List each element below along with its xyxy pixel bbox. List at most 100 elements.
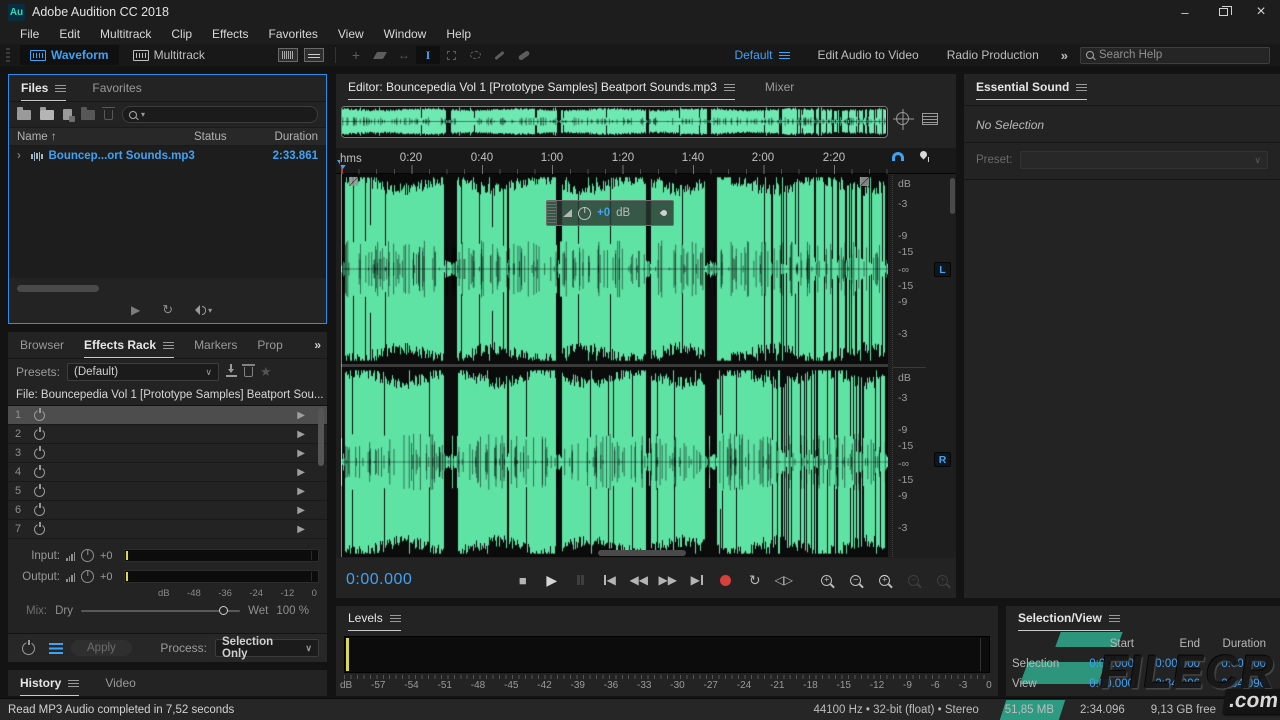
workspace-overflow-chevron[interactable]: » — [1053, 48, 1076, 63]
tab-effects-rack[interactable]: Effects Rack — [84, 338, 174, 352]
stop-button[interactable]: ■ — [508, 569, 537, 591]
loop-playback-button[interactable]: ↻ — [740, 569, 769, 591]
ruler-unit-label[interactable]: hms — [340, 153, 366, 165]
es-preset-dropdown[interactable]: ∨ — [1020, 151, 1268, 169]
menu-edit[interactable]: Edit — [49, 27, 90, 41]
multitrack-mode-button[interactable]: Multitrack — [123, 45, 215, 65]
zoom-in-point-button[interactable] — [899, 569, 928, 591]
tab-video[interactable]: Video — [105, 676, 135, 690]
waveform-view-toggle[interactable] — [304, 48, 324, 62]
toolbar-grip[interactable] — [6, 48, 10, 62]
restore-button[interactable] — [1204, 0, 1242, 24]
menu-help[interactable]: Help — [436, 27, 481, 41]
power-icon[interactable] — [34, 486, 45, 497]
tab-files[interactable]: Files — [21, 81, 66, 95]
menu-favorites[interactable]: Favorites — [259, 27, 328, 41]
tab-properties[interactable]: Prop — [257, 338, 282, 352]
output-gain-knob[interactable] — [81, 570, 94, 583]
paintbrush-tool[interactable] — [488, 46, 512, 64]
process-dropdown[interactable]: Selection Only ∨ — [215, 639, 319, 657]
power-icon[interactable] — [34, 505, 45, 516]
close-button[interactable]: × — [1242, 0, 1280, 24]
tab-essential-sound[interactable]: Essential Sound — [976, 80, 1087, 94]
waveform-area[interactable] — [341, 174, 888, 557]
tab-levels[interactable]: Levels — [348, 611, 401, 625]
menu-file[interactable]: File — [10, 27, 49, 41]
mix-slider[interactable] — [81, 610, 240, 612]
workspace-menu-icon[interactable] — [779, 52, 790, 59]
column-name[interactable]: Name ↑ — [17, 131, 194, 143]
razor-tool[interactable] — [368, 46, 392, 64]
auto-play-speaker-button[interactable]: ▾ — [195, 305, 212, 315]
slot-arrow-icon[interactable]: ▶ — [297, 467, 327, 478]
files-column-headers[interactable]: Name ↑ Status Duration — [9, 127, 326, 146]
files-search-input[interactable] — [149, 109, 311, 121]
effect-slot-5[interactable]: 5▶ — [8, 482, 327, 501]
power-icon[interactable] — [34, 524, 45, 535]
view-end-value[interactable]: 2:34.096 — [1136, 678, 1202, 690]
minimize-button[interactable]: – — [1166, 0, 1204, 24]
selection-start-value[interactable]: 0:00.000 — [1070, 658, 1136, 670]
delete-icon[interactable] — [104, 110, 113, 120]
save-preset-icon[interactable] — [226, 368, 237, 377]
slot-arrow-icon[interactable]: ▶ — [297, 505, 327, 516]
overview-list-icon[interactable] — [922, 113, 938, 125]
files-hscrollbar[interactable] — [17, 285, 99, 292]
menu-effects[interactable]: Effects — [202, 27, 258, 41]
preview-loop-button[interactable]: ↻ — [162, 302, 173, 318]
effects-panel-menu-icon[interactable] — [163, 342, 174, 349]
skip-selection-button[interactable]: ◁▷ — [769, 569, 798, 591]
export-icon[interactable] — [81, 110, 95, 120]
record-button[interactable] — [711, 569, 740, 591]
skip-to-end-button[interactable]: ▶ — [682, 569, 711, 591]
mix-slider-thumb[interactable] — [219, 606, 228, 615]
skip-to-start-button[interactable]: ◀ — [595, 569, 624, 591]
column-duration[interactable]: Duration — [256, 131, 318, 143]
channel-separator[interactable] — [341, 364, 888, 367]
new-file-icon[interactable] — [63, 109, 72, 120]
snap-magnet-icon[interactable] — [892, 152, 904, 161]
menu-view[interactable]: View — [328, 27, 374, 41]
tab-markers[interactable]: Markers — [194, 338, 237, 352]
hud-gain-knob[interactable] — [578, 207, 591, 220]
column-status[interactable]: Status — [194, 131, 256, 143]
effect-slot-3[interactable]: 3▶ — [8, 444, 327, 463]
rewind-button[interactable]: ◀◀ — [624, 569, 653, 591]
overview-canvas[interactable] — [342, 107, 886, 136]
history-panel-menu-icon[interactable] — [68, 680, 79, 687]
menu-window[interactable]: Window — [374, 27, 437, 41]
workspace-default[interactable]: Default — [720, 48, 803, 62]
zoom-to-selection-button[interactable] — [870, 569, 899, 591]
help-search-input[interactable] — [1099, 49, 1264, 61]
left-channel-badge[interactable]: L — [934, 262, 951, 277]
open-file-icon[interactable] — [17, 110, 31, 120]
editor-hscrollbar[interactable] — [598, 550, 686, 556]
timeline-ruler[interactable]: 0:20 0:40 1:00 1:20 1:40 2:00 2:20 hms — [336, 148, 956, 174]
file-row[interactable]: › Bouncep...ort Sounds.mp3 2:33.861 — [9, 146, 326, 166]
move-tool[interactable]: + — [344, 46, 368, 64]
effect-slot-1[interactable]: 1▶ — [8, 406, 327, 425]
spot-healing-tool[interactable] — [512, 46, 536, 64]
hud-pin-icon[interactable] — [660, 209, 668, 217]
right-channel-badge[interactable]: R — [934, 452, 951, 467]
pause-button[interactable] — [566, 569, 595, 591]
waveform-mode-button[interactable]: Waveform — [20, 45, 119, 65]
zoom-out-full-button[interactable] — [928, 569, 957, 591]
waveform-overview[interactable] — [341, 106, 888, 138]
tab-selection-view[interactable]: Selection/View — [1018, 611, 1120, 625]
delete-preset-icon[interactable] — [244, 367, 253, 377]
power-icon[interactable] — [34, 429, 45, 440]
zoom-in-button[interactable] — [812, 569, 841, 591]
input-gain-knob[interactable] — [81, 549, 94, 562]
files-panel-menu-icon[interactable] — [55, 85, 66, 92]
tab-mixer[interactable]: Mixer — [765, 80, 794, 94]
tab-favorites[interactable]: Favorites — [92, 81, 141, 95]
menu-multitrack[interactable]: Multitrack — [90, 27, 161, 41]
editor-vscrollbar[interactable] — [950, 178, 955, 214]
amplitude-scale[interactable]: dB -3 -9 -15 -∞ -15 -9 -3 dB -3 -9 -15 -… — [892, 174, 926, 557]
favorite-star-icon[interactable]: ★ — [260, 364, 272, 380]
play-button[interactable]: ▶ — [537, 569, 566, 591]
tab-editor[interactable]: Editor: Bouncepedia Vol 1 [Prototype Sam… — [348, 80, 735, 94]
effect-slot-4[interactable]: 4▶ — [8, 463, 327, 482]
tab-browser[interactable]: Browser — [20, 338, 64, 352]
